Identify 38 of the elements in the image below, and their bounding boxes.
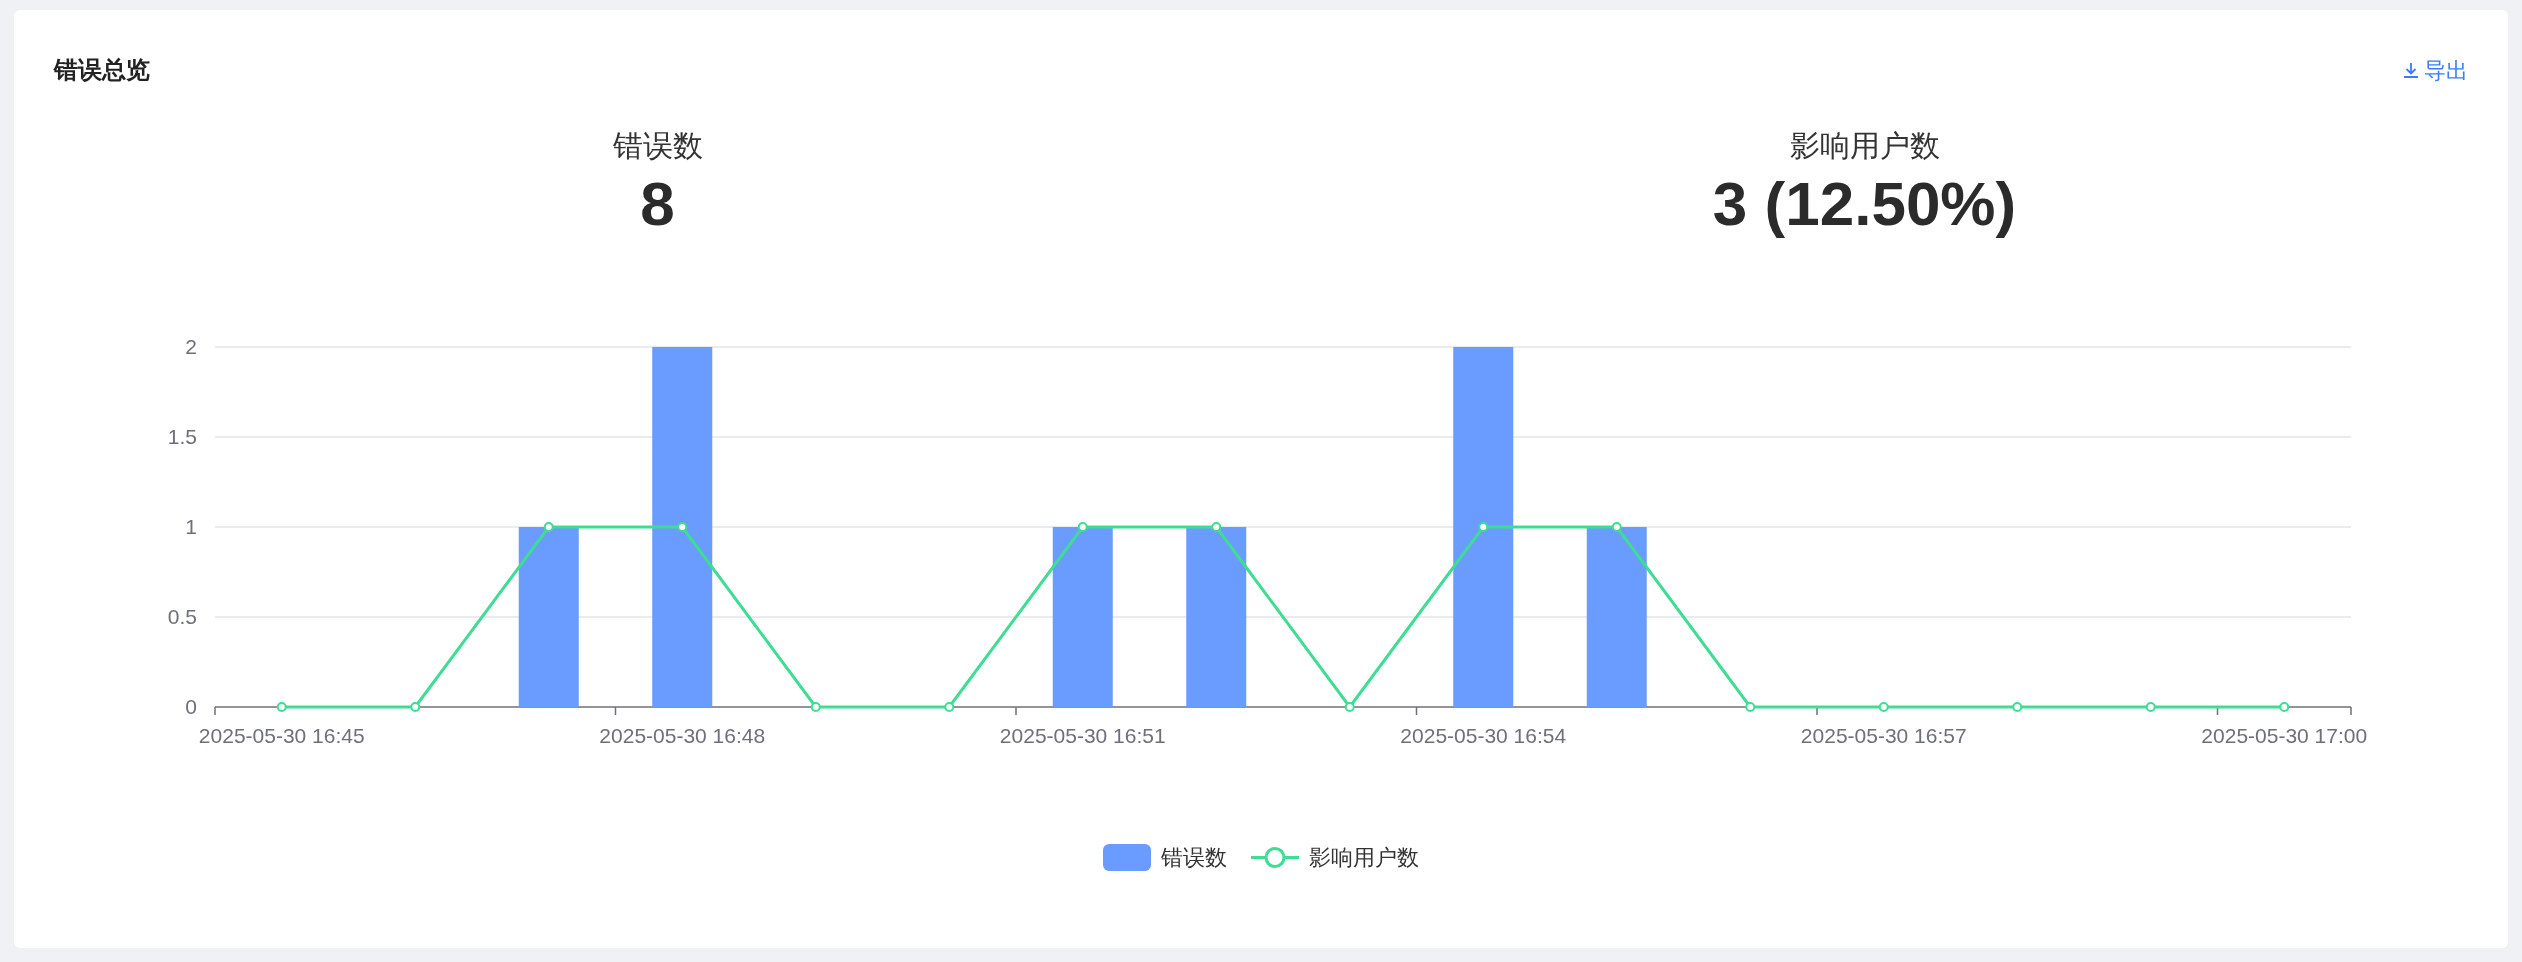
x-axis-label: 2025-05-30 16:54 [1400,724,1567,747]
stat-value: 8 [640,168,675,240]
point [1211,522,1222,532]
point [810,702,821,712]
legend-bar-icon [1103,844,1151,871]
point [2145,702,2156,712]
legend-label: 错误数 [1161,844,1227,872]
legend-label: 影响用户数 [1309,844,1419,872]
point [1478,522,1489,532]
x-axis-label: 2025-05-30 16:48 [599,724,766,747]
point [677,522,688,532]
x-axis-label: 2025-05-30 16:51 [999,724,1166,747]
stat-label: 错误数 [612,128,703,164]
y-axis-label: 1 [185,515,197,538]
point [410,702,421,712]
download-icon [2402,61,2420,79]
point [944,702,955,712]
x-axis-label: 2025-05-30 16:57 [1800,724,1967,747]
point [2279,702,2290,712]
point [1878,702,1889,712]
stat-value: 3 (12.50%) [1712,168,2017,240]
point [1745,702,1756,712]
point [1344,702,1355,712]
y-axis-label: 0.5 [167,605,197,628]
card-title: 错误总览 [54,55,150,85]
point [543,522,554,532]
y-axis-label: 1.5 [167,425,197,448]
y-axis-label: 2 [185,335,197,358]
x-axis-label: 2025-05-30 16:45 [198,724,365,747]
export-button[interactable]: 导出 [2402,53,2468,87]
point [276,702,287,712]
x-axis-label: 2025-05-30 17:00 [2201,724,2368,747]
point [1611,522,1622,532]
point [2012,702,2023,712]
legend-line-icon [1251,844,1299,871]
stat-label: 影响用户数 [1789,128,1940,164]
y-axis-label: 0 [185,695,197,718]
point [1077,522,1088,532]
